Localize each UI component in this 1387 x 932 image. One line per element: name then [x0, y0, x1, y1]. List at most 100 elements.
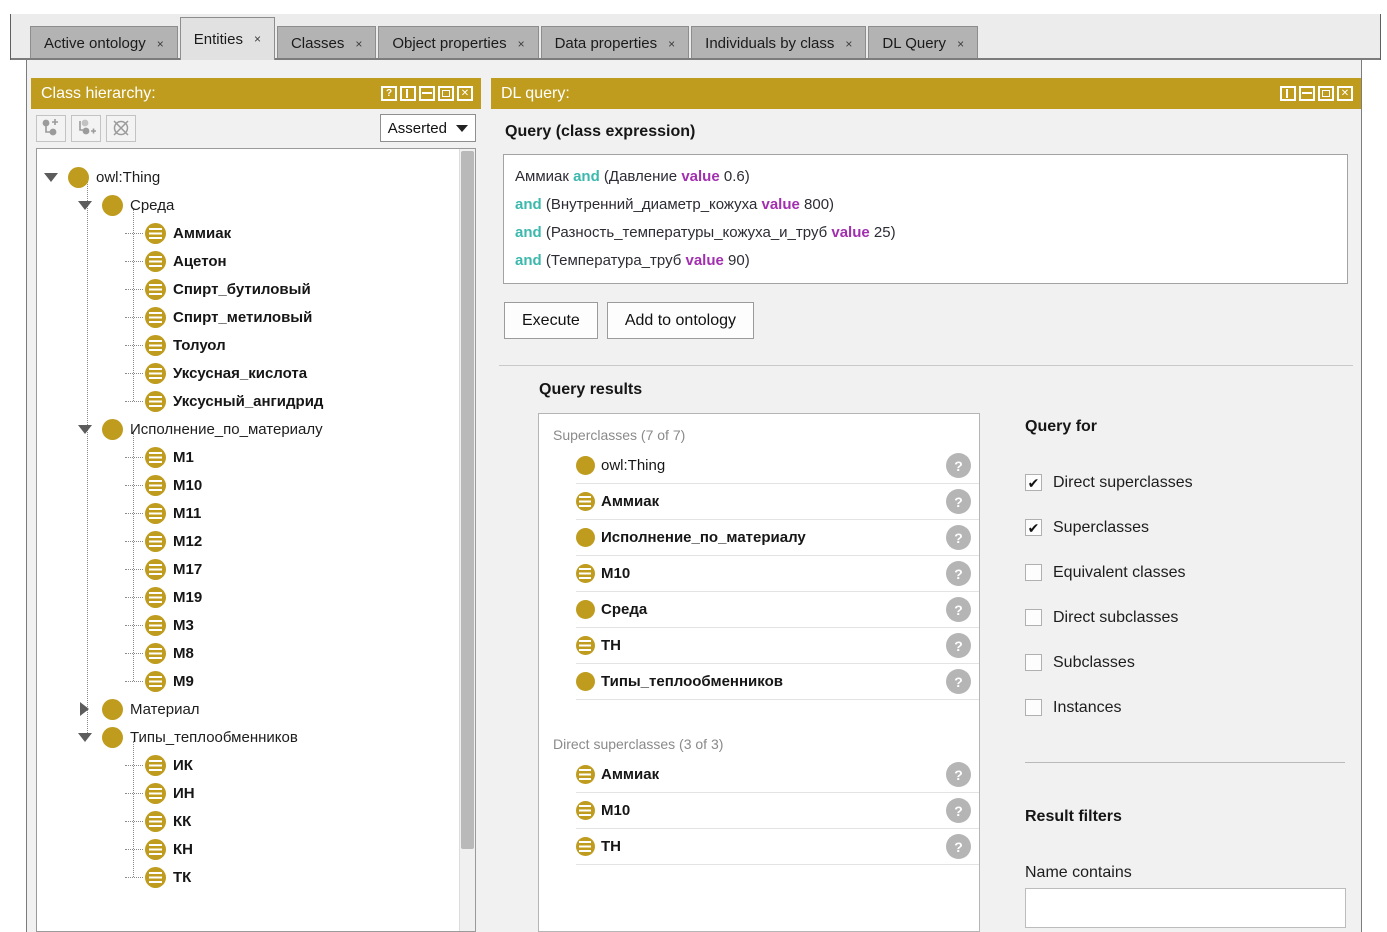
tree-item-Спирт_бутиловый[interactable]: Спирт_бутиловый [37, 275, 459, 303]
delete-class-button[interactable] [106, 115, 136, 142]
tab-close-icon[interactable]: × [355, 37, 362, 51]
row-explain-button[interactable]: ? [946, 633, 971, 658]
expander-open-icon[interactable] [43, 173, 58, 182]
split-horizontal-icon[interactable] [1299, 86, 1315, 101]
tree-item-М1[interactable]: М1 [37, 443, 459, 471]
tree-item-М10[interactable]: М10 [37, 471, 459, 499]
tree-item-Толуол[interactable]: Толуол [37, 331, 459, 359]
result-row-М10[interactable]: М10? [576, 793, 979, 829]
tree-item-ИН[interactable]: ИН [37, 779, 459, 807]
checkbox-checked[interactable]: ✔ [1025, 474, 1042, 491]
expander-closed-icon[interactable] [77, 702, 92, 716]
split-vertical-icon[interactable] [400, 86, 416, 101]
result-row-ТН[interactable]: ТН? [576, 628, 979, 664]
tab-close-icon[interactable]: × [518, 37, 525, 51]
tree-item-owl:Thing[interactable]: owl:Thing [37, 163, 459, 191]
name-contains-input[interactable] [1025, 888, 1346, 928]
tree-item-Среда[interactable]: Среда [37, 191, 459, 219]
checkbox-checked[interactable]: ✔ [1025, 519, 1042, 536]
tree-item-М12[interactable]: М12 [37, 527, 459, 555]
row-explain-button[interactable]: ? [946, 453, 971, 478]
tab-close-icon[interactable]: × [845, 37, 852, 51]
tree-item-М9[interactable]: М9 [37, 667, 459, 695]
add-subclass-button[interactable] [36, 115, 66, 142]
tab-individuals-by-class[interactable]: Individuals by class× [691, 26, 866, 60]
tree-item-М11[interactable]: М11 [37, 499, 459, 527]
tree-item-ТК[interactable]: ТК [37, 863, 459, 891]
query-for-option-direct-superclasses[interactable]: ✔Direct superclasses [1025, 460, 1347, 505]
result-row-Среда[interactable]: Среда? [576, 592, 979, 628]
tree-connector-stub [125, 849, 143, 850]
tree-scrollbar[interactable] [459, 149, 475, 931]
result-row-Типы_теплообменников[interactable]: Типы_теплообменников? [576, 664, 979, 700]
expander-open-icon[interactable] [77, 733, 92, 742]
row-explain-button[interactable]: ? [946, 525, 971, 550]
checkbox-unchecked[interactable] [1025, 654, 1042, 671]
hierarchy-type-dropdown[interactable]: Asserted [380, 114, 476, 142]
expander-open-icon[interactable] [77, 201, 92, 210]
row-explain-button[interactable]: ? [946, 762, 971, 787]
query-for-option-direct-subclasses[interactable]: Direct subclasses [1025, 595, 1347, 640]
add-sibling-class-button[interactable] [71, 115, 101, 142]
close-icon[interactable]: ✕ [457, 86, 473, 101]
row-explain-button[interactable]: ? [946, 597, 971, 622]
tab-close-icon[interactable]: × [254, 32, 261, 46]
checkbox-unchecked[interactable] [1025, 699, 1042, 716]
tab-close-icon[interactable]: × [668, 37, 675, 51]
equivalent-class-icon [145, 279, 166, 300]
execute-button[interactable]: Execute [504, 302, 598, 339]
row-explain-button[interactable]: ? [946, 834, 971, 859]
tree-item-М17[interactable]: М17 [37, 555, 459, 583]
tree-item-Спирт_метиловый[interactable]: Спирт_метиловый [37, 303, 459, 331]
tree-item-М19[interactable]: М19 [37, 583, 459, 611]
result-row-Исполнение_по_материалу[interactable]: Исполнение_по_материалу? [576, 520, 979, 556]
query-for-option-superclasses[interactable]: ✔Superclasses [1025, 505, 1347, 550]
tab-close-icon[interactable]: × [157, 37, 164, 51]
checkbox-unchecked[interactable] [1025, 564, 1042, 581]
tree-item-Аммиак[interactable]: Аммиак [37, 219, 459, 247]
query-for-option-subclasses[interactable]: Subclasses [1025, 640, 1347, 685]
expander-open-icon[interactable] [77, 425, 92, 434]
tree-item-М8[interactable]: М8 [37, 639, 459, 667]
split-horizontal-icon[interactable] [419, 86, 435, 101]
tab-active-ontology[interactable]: Active ontology× [30, 26, 178, 60]
result-row-owl:Thing[interactable]: owl:Thing? [576, 448, 979, 484]
tree-scrollbar-thumb[interactable] [461, 151, 474, 849]
query-for-option-equivalent-classes[interactable]: Equivalent classes [1025, 550, 1347, 595]
float-icon[interactable] [1318, 86, 1334, 101]
keyword-and: and [515, 252, 542, 269]
tree-item-Ацетон[interactable]: Ацетон [37, 247, 459, 275]
query-for-option-instances[interactable]: Instances [1025, 685, 1347, 730]
tab-data-properties[interactable]: Data properties× [541, 26, 690, 60]
result-row-ТН[interactable]: ТН? [576, 829, 979, 865]
close-icon[interactable]: ✕ [1337, 86, 1353, 101]
tree-item-Уксусный_ангидрид[interactable]: Уксусный_ангидрид [37, 387, 459, 415]
tab-entities[interactable]: Entities× [180, 17, 275, 60]
tree-item-КН[interactable]: КН [37, 835, 459, 863]
tree-item-Материал[interactable]: Материал [37, 695, 459, 723]
row-explain-button[interactable]: ? [946, 798, 971, 823]
float-icon[interactable] [438, 86, 454, 101]
tab-classes[interactable]: Classes× [277, 26, 376, 60]
query-expression-editor[interactable]: Аммиак and (Давление value 0.6)and (Внут… [503, 154, 1348, 284]
row-explain-button[interactable]: ? [946, 561, 971, 586]
tree-item-Типы_теплообменников[interactable]: Типы_теплообменников [37, 723, 459, 751]
tree-item-Исполнение_по_материалу[interactable]: Исполнение_по_материалу [37, 415, 459, 443]
checkbox-unchecked[interactable] [1025, 609, 1042, 626]
result-row-М10[interactable]: М10? [576, 556, 979, 592]
row-explain-button[interactable]: ? [946, 669, 971, 694]
tree-item-КК[interactable]: КК [37, 807, 459, 835]
add-to-ontology-button[interactable]: Add to ontology [607, 302, 754, 339]
tab-close-icon[interactable]: × [957, 37, 964, 51]
result-row-Аммиак[interactable]: Аммиак? [576, 757, 979, 793]
tab-dl-query[interactable]: DL Query× [868, 26, 978, 60]
split-vertical-icon[interactable] [1280, 86, 1296, 101]
tree-item-Уксусная_кислота[interactable]: Уксусная_кислота [37, 359, 459, 387]
result-row-Аммиак[interactable]: Аммиак? [576, 484, 979, 520]
tree-item-М3[interactable]: М3 [37, 611, 459, 639]
help-icon[interactable]: ? [381, 86, 397, 101]
tree-item-ИК[interactable]: ИК [37, 751, 459, 779]
tab-object-properties[interactable]: Object properties× [378, 26, 538, 60]
row-explain-button[interactable]: ? [946, 489, 971, 514]
tree-connector-stub [125, 513, 143, 514]
